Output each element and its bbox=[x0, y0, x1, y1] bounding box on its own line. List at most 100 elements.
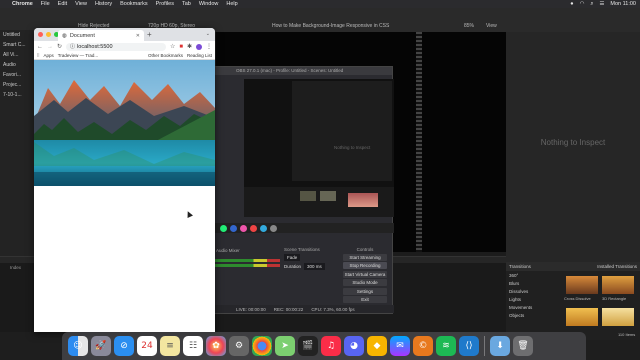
extension-icon[interactable]: ■ bbox=[179, 44, 183, 50]
transitions-title: Transitions bbox=[509, 264, 531, 269]
duration-input[interactable]: 300 ms bbox=[304, 263, 325, 270]
view-menu[interactable]: View bbox=[486, 23, 497, 29]
studio-mode-button[interactable]: Studio Mode bbox=[343, 279, 387, 286]
strip-icon[interactable] bbox=[240, 224, 247, 232]
safari-icon[interactable]: ⊘ bbox=[114, 336, 134, 356]
strip-icon[interactable] bbox=[270, 224, 277, 232]
installed-transitions-select[interactable]: Installed Transitions bbox=[597, 264, 637, 269]
menu-help[interactable]: Help bbox=[226, 1, 237, 7]
tab-close-icon[interactable]: ✕ bbox=[136, 33, 140, 39]
stop-recording-button[interactable]: Stop Recording bbox=[343, 262, 387, 269]
spotify-icon[interactable]: ≋ bbox=[436, 336, 456, 356]
menu-file[interactable]: File bbox=[41, 1, 50, 7]
strip-icon[interactable] bbox=[260, 224, 267, 232]
forward-icon[interactable]: → bbox=[47, 44, 53, 50]
obs-status-bar: LIVE: 00:00:00 REC: 00:00:22 CPU: 7.3%, … bbox=[214, 305, 394, 313]
library-item[interactable]: Audio bbox=[0, 60, 36, 70]
exit-button[interactable]: Exit bbox=[343, 296, 387, 303]
menubar-clock[interactable]: Mon 11:00 bbox=[610, 1, 636, 7]
menu-app-name[interactable]: Chrome bbox=[12, 1, 33, 7]
puzzle-icon[interactable]: ✱ bbox=[187, 43, 192, 50]
library-item[interactable]: All Vi... bbox=[0, 50, 36, 60]
notes-icon[interactable]: ≡ bbox=[160, 336, 180, 356]
reminders-icon[interactable]: ☷ bbox=[183, 336, 203, 356]
chrome-window: ◍ Document ✕ + ⌄ ← → ↻ ⓘ localhost:5500 … bbox=[34, 28, 215, 332]
vscode-icon[interactable]: ⟨⟩ bbox=[459, 336, 479, 356]
address-bar[interactable]: ⓘ localhost:5500 bbox=[66, 42, 166, 51]
menu-view[interactable]: View bbox=[75, 1, 87, 7]
strip-icon[interactable] bbox=[250, 224, 257, 232]
music-icon[interactable]: ♫ bbox=[321, 336, 341, 356]
maps-icon[interactable]: ➤ bbox=[275, 336, 295, 356]
discord-icon[interactable]: ◕ bbox=[344, 336, 364, 356]
url-text[interactable]: localhost:5500 bbox=[77, 44, 112, 50]
coin-icon[interactable]: © bbox=[413, 336, 433, 356]
start-virtual-camera-button[interactable]: Start Virtual Camera bbox=[343, 270, 387, 278]
library-item[interactable]: Untitled bbox=[0, 30, 36, 40]
minimize-window-icon[interactable] bbox=[46, 32, 51, 37]
menu-bar: Chrome File Edit View History Bookmarks … bbox=[0, 0, 640, 8]
calendar-icon[interactable]: 24 bbox=[137, 336, 157, 356]
menu-bookmarks[interactable]: Bookmarks bbox=[120, 1, 148, 7]
control-center-icon[interactable]: ☰ bbox=[599, 1, 604, 7]
bookmark-other[interactable]: Other Bookmarks bbox=[148, 53, 183, 58]
transition-thumbnail[interactable] bbox=[602, 308, 634, 326]
trash-icon[interactable]: 🗑 bbox=[513, 336, 533, 356]
strip-icon[interactable] bbox=[220, 224, 227, 232]
wifi-icon[interactable]: ◠ bbox=[580, 1, 585, 7]
launchpad-icon[interactable]: 🚀 bbox=[91, 336, 111, 356]
bookmark-reading-list[interactable]: Reading List bbox=[187, 53, 212, 58]
apps-icon[interactable]: ⁞⁞ bbox=[37, 53, 40, 58]
new-tab-button[interactable]: + bbox=[147, 30, 152, 39]
reload-icon[interactable]: ↻ bbox=[57, 43, 62, 50]
photos-icon[interactable]: ✿ bbox=[206, 336, 226, 356]
settings-button[interactable]: Settings bbox=[343, 287, 387, 295]
transition-thumbnail[interactable] bbox=[602, 276, 634, 294]
browser-toolbar: ← → ↻ ⓘ localhost:5500 ☆ ■ ✱ ⋮ bbox=[34, 41, 215, 52]
chrome-icon[interactable] bbox=[252, 336, 272, 356]
project-title: How to Make Background-Image Responsive … bbox=[272, 23, 390, 29]
source-thumbnail[interactable] bbox=[300, 191, 316, 201]
transition-thumbnail[interactable] bbox=[566, 308, 598, 326]
duration-label: Duration bbox=[284, 264, 302, 269]
menu-window[interactable]: Window bbox=[199, 1, 219, 7]
start-streaming-button[interactable]: Start Streaming bbox=[343, 253, 387, 261]
finder-icon[interactable]: ☺ bbox=[68, 336, 88, 356]
inspector-panel: Nothing to Inspect bbox=[506, 32, 640, 262]
menu-tab[interactable]: Tab bbox=[182, 1, 191, 7]
menu-dots-icon[interactable]: ⋮ bbox=[206, 43, 212, 50]
menu-edit[interactable]: Edit bbox=[58, 1, 67, 7]
tab-search-icon[interactable]: ⌄ bbox=[206, 31, 210, 37]
sketch-icon[interactable]: ◆ bbox=[367, 336, 387, 356]
messenger-icon[interactable]: ✉ bbox=[390, 336, 410, 356]
menu-history[interactable]: History bbox=[95, 1, 112, 7]
close-window-icon[interactable] bbox=[38, 32, 43, 37]
back-icon[interactable]: ← bbox=[37, 44, 43, 50]
record-icon[interactable]: ● bbox=[570, 1, 573, 7]
profile-avatar[interactable] bbox=[196, 43, 202, 50]
obs-preview-message: Nothing to Inspect bbox=[334, 145, 371, 150]
source-thumbnail[interactable] bbox=[348, 193, 378, 207]
bookmark-apps[interactable]: Apps bbox=[44, 53, 54, 58]
info-icon[interactable]: ⓘ bbox=[70, 43, 75, 50]
transitions-browser: Transitions Installed Transitions 360° B… bbox=[506, 262, 640, 340]
library-item[interactable]: Smart C... bbox=[0, 40, 36, 50]
library-item[interactable]: Projec... bbox=[0, 80, 36, 90]
tab-document[interactable]: ◍ Document ✕ bbox=[58, 30, 144, 41]
zoom-level[interactable]: 85% bbox=[464, 23, 474, 29]
source-thumbnail[interactable] bbox=[320, 191, 336, 201]
settings-icon[interactable]: ⚙ bbox=[229, 336, 249, 356]
star-icon[interactable]: ☆ bbox=[170, 43, 175, 50]
final-cut-pro-icon[interactable]: 🎬 bbox=[298, 336, 318, 356]
transition-thumbnail[interactable] bbox=[566, 276, 598, 294]
transition-select[interactable]: Fade bbox=[284, 254, 301, 261]
strip-icon[interactable] bbox=[230, 224, 237, 232]
search-icon[interactable]: ⌕ bbox=[590, 1, 593, 8]
library-item[interactable]: 7-10-1... bbox=[0, 90, 36, 100]
library-item[interactable]: Favori... bbox=[0, 70, 36, 80]
downloads-icon[interactable]: ⬇ bbox=[490, 336, 510, 356]
tab-strip: ◍ Document ✕ + ⌄ bbox=[34, 28, 215, 41]
menu-profiles[interactable]: Profiles bbox=[156, 1, 174, 7]
bookmark-tradeview[interactable]: Tradeview — Trad... bbox=[58, 53, 98, 58]
timeline-index-label[interactable]: Index bbox=[10, 265, 21, 270]
